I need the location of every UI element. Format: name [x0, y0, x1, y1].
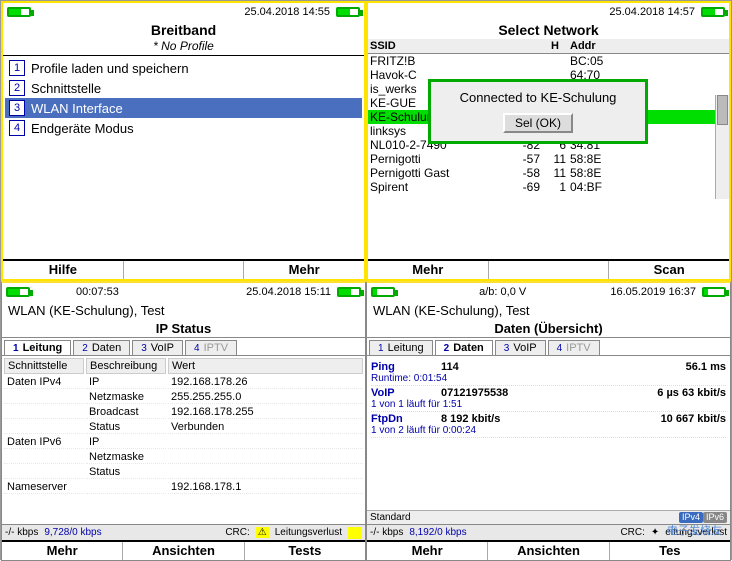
table-row: Broadcast192.168.178.255: [4, 406, 363, 419]
softkey-scan[interactable]: Scan: [609, 261, 729, 279]
pane-breitband: 25.04.2018 14:55 Breitband * No Profile …: [1, 1, 366, 281]
pane-select-network: 25.04.2018 14:57 Select Network SSID H A…: [366, 1, 731, 281]
softkey-ansichten[interactable]: Ansichten: [123, 542, 244, 560]
softkey-ansichten[interactable]: Ansichten: [488, 542, 609, 560]
watermark: 电子发烧友: [667, 522, 722, 538]
data-row: VoIP071219755386 µs 63 kbit/s1 von 1 läu…: [371, 386, 726, 412]
tab-daten[interactable]: 2Daten: [435, 340, 493, 355]
datetime: 16.05.2019 16:37: [610, 286, 696, 298]
tab-bar: 1Leitung2Daten3VoIP4IPTV: [367, 338, 730, 356]
softkey-hilfe[interactable]: Hilfe: [3, 261, 124, 279]
kbps-label: -/- kbps: [370, 527, 403, 538]
elapsed-time: 00:07:53: [76, 286, 119, 298]
ab-voltage: a/b: 0,0 V: [479, 286, 526, 298]
menu-item[interactable]: 4Endgeräte Modus: [5, 118, 362, 138]
leitungsverlust-label: Leitungsverlust: [275, 527, 342, 538]
network-row[interactable]: Spirent-69104:BF: [368, 180, 729, 194]
pane-daten-uebersicht: a/b: 0,0 V 16.05.2019 16:37 WLAN (KE-Sch…: [366, 281, 731, 561]
popup-message: Connected to KE-Schulung: [439, 90, 637, 105]
battery-icon: [371, 287, 395, 297]
connection-label: WLAN (KE-Schulung), Test: [367, 301, 730, 320]
th-wert: Wert: [168, 358, 363, 374]
pane-ip-status: 00:07:53 25.04.2018 15:11 WLAN (KE-Schul…: [1, 281, 366, 561]
table-row: Status: [4, 466, 363, 479]
menu-item[interactable]: 3WLAN Interface: [5, 98, 362, 118]
kbps-label: -/- kbps: [5, 527, 38, 538]
table-row: Nameserver192.168.178.1: [4, 481, 363, 494]
tab-daten[interactable]: 2Daten: [73, 340, 130, 355]
data-row: Ping11456.1 msRuntime: 0:01:54: [371, 360, 726, 386]
col-ssid: SSID: [370, 40, 490, 52]
ip-table: SchnittstelleBeschreibungWert Daten IPv4…: [2, 356, 365, 496]
battery-icon: [337, 287, 361, 297]
battery-icon: [702, 287, 726, 297]
crc-label: CRC:: [620, 527, 644, 538]
menu-item[interactable]: 2Schnittstelle: [5, 78, 362, 98]
section-title: IP Status: [2, 320, 365, 338]
network-row[interactable]: FRITZ!BBC:05: [368, 54, 729, 68]
standard-label: Standard: [370, 512, 411, 523]
connection-label: WLAN (KE-Schulung), Test: [2, 301, 365, 320]
softkey-tests[interactable]: Tes: [610, 542, 730, 560]
section-title: Daten (Übersicht): [367, 320, 730, 338]
softkey-spacer: [124, 261, 245, 279]
datetime: 25.04.2018 15:11: [246, 286, 331, 298]
table-row: Netzmaske255.255.255.0: [4, 391, 363, 404]
tab-voip[interactable]: 3VoIP: [495, 340, 546, 355]
connected-popup: Connected to KE-Schulung Sel (OK): [428, 79, 648, 144]
status-bar: -/- kbps 9,728/0 kbps CRC: ⚠ Leitungsver…: [2, 524, 365, 540]
th-beschreibung: Beschreibung: [86, 358, 166, 374]
battery-icon: [701, 7, 725, 17]
col-addr: Addr: [570, 40, 630, 52]
page-title: Breitband: [3, 21, 364, 39]
crc-label: CRC:: [225, 527, 249, 538]
sel-ok-button[interactable]: Sel (OK): [503, 113, 573, 133]
rate-value: 9,728/0 kbps: [44, 527, 101, 538]
battery-icon: [6, 287, 30, 297]
softkey-mehr[interactable]: Mehr: [2, 542, 123, 560]
scrollbar-thumb[interactable]: [717, 95, 728, 125]
menu-item[interactable]: 1Profile laden und speichern: [5, 58, 362, 78]
data-row: FtpDn8 192 kbit/s10 667 kbit/s1 von 2 lä…: [371, 412, 726, 438]
network-table-header: SSID H Addr: [368, 39, 729, 54]
tab-bar: 1Leitung2Daten3VoIP4IPTV: [2, 338, 365, 356]
battery-icon: [336, 7, 360, 17]
softkey-spacer: [489, 261, 610, 279]
softkey-tests[interactable]: Tests: [245, 542, 365, 560]
battery-icon: [7, 7, 31, 17]
tab-leitung[interactable]: 1Leitung: [369, 340, 433, 355]
menu-list: 1Profile laden und speichern2Schnittstel…: [3, 56, 364, 140]
tab-leitung[interactable]: 1Leitung: [4, 340, 71, 355]
scrollbar[interactable]: [715, 95, 729, 199]
rate-value: 8,192/0 kbps: [409, 527, 466, 538]
softkey-mehr[interactable]: Mehr: [368, 261, 489, 279]
page-title: Select Network: [368, 21, 729, 39]
table-row: Daten IPv4IP192.168.178.26: [4, 376, 363, 389]
data-overview-panel: Ping11456.1 msRuntime: 0:01:54VoIP071219…: [367, 356, 730, 442]
network-row[interactable]: Pernigotti-571158:8E: [368, 152, 729, 166]
table-row: Netzmaske: [4, 451, 363, 464]
softkey-mehr[interactable]: Mehr: [367, 542, 488, 560]
softkey-mehr[interactable]: Mehr: [244, 261, 364, 279]
tab-iptv: 4IPTV: [548, 340, 600, 355]
tab-iptv: 4IPTV: [185, 340, 237, 355]
th-schnittstelle: Schnittstelle: [4, 358, 84, 374]
col-ch: H: [540, 40, 570, 52]
network-row[interactable]: Pernigotti Gast-581158:8E: [368, 166, 729, 180]
datetime: 25.04.2018 14:55: [244, 6, 330, 18]
table-row: Daten IPv6IP: [4, 436, 363, 449]
datetime: 25.04.2018 14:57: [609, 6, 695, 18]
table-row: StatusVerbunden: [4, 421, 363, 434]
tab-voip[interactable]: 3VoIP: [132, 340, 183, 355]
col-rssi: [490, 40, 540, 52]
profile-subtitle: * No Profile: [3, 39, 364, 56]
